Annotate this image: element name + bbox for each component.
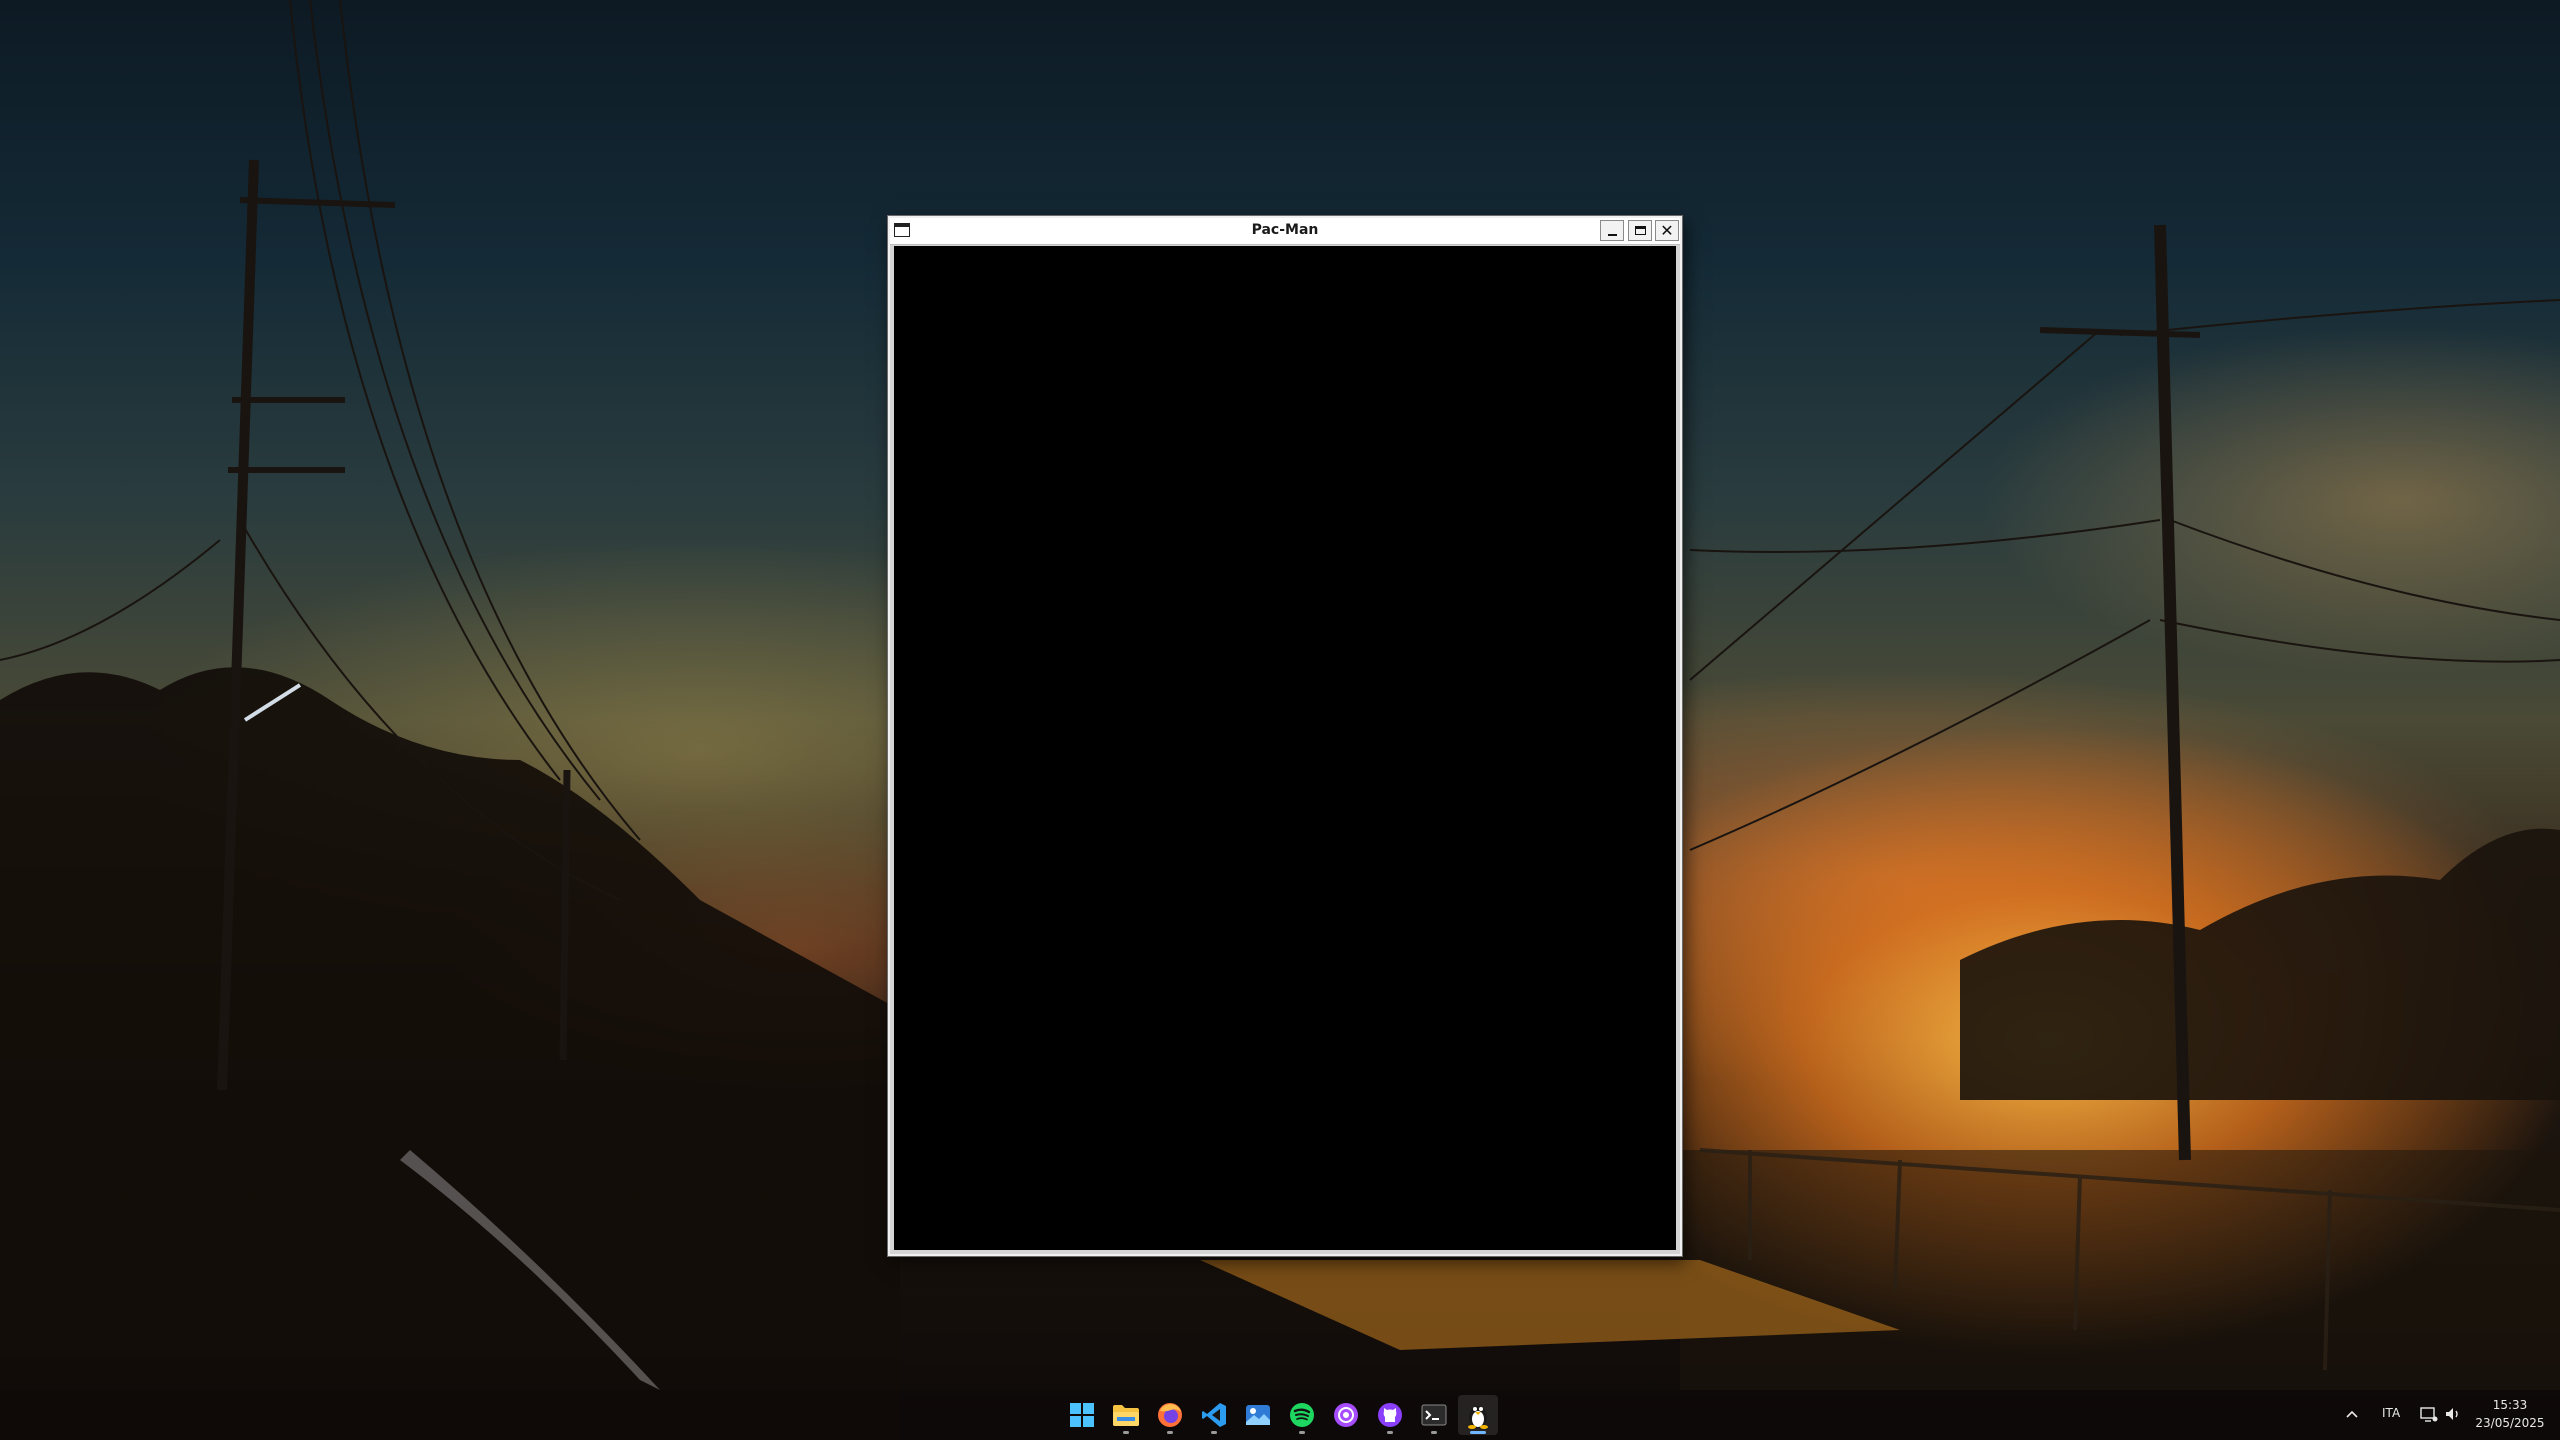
game-canvas[interactable] (894, 246, 1676, 1250)
running-indicator (1387, 1431, 1393, 1434)
terminal-icon (1421, 1404, 1447, 1426)
clock-date: 23/05/2025 (2475, 1416, 2545, 1430)
taskbar-podcast-app[interactable] (1326, 1395, 1366, 1435)
system-clock[interactable]: 15:33 23/05/2025 (2470, 1396, 2550, 1432)
pacman-window[interactable]: Pac-Man ✕ (888, 216, 1682, 1256)
window-title: Pac-Man (1251, 222, 1319, 238)
maximize-button[interactable] (1628, 220, 1652, 241)
podcast-icon (1334, 1403, 1358, 1427)
firefox-icon (1158, 1403, 1182, 1427)
taskbar-linux-app[interactable] (1458, 1395, 1498, 1435)
running-indicator (1431, 1431, 1437, 1434)
close-icon: ✕ (1660, 220, 1674, 240)
running-indicator (1123, 1431, 1129, 1434)
taskbar: ITA 15:33 23/05/2025 (0, 1390, 2560, 1440)
photos-icon (1246, 1405, 1270, 1425)
window-titlebar[interactable]: Pac-Man ✕ (890, 218, 1680, 245)
network-icon[interactable] (2419, 1404, 2439, 1424)
taskbar-terminal[interactable] (1414, 1395, 1454, 1435)
folder-icon (1113, 1405, 1139, 1426)
github-icon (1378, 1403, 1402, 1427)
running-indicator (1167, 1431, 1173, 1434)
spotify-icon (1290, 1403, 1314, 1427)
running-indicator (1211, 1431, 1217, 1434)
taskbar-photos[interactable] (1238, 1395, 1278, 1435)
running-indicator (1299, 1431, 1305, 1434)
taskbar-spotify[interactable] (1282, 1395, 1322, 1435)
language-indicator[interactable]: ITA (2382, 1406, 2400, 1420)
start-button[interactable] (1062, 1395, 1102, 1435)
desktop-wallpaper: Pac-Man ✕ ITA 15:33 23/05/2025 (0, 0, 2560, 1440)
active-indicator (1470, 1431, 1486, 1434)
taskbar-file-explorer[interactable] (1106, 1395, 1146, 1435)
tux-icon (1468, 1406, 1488, 1429)
minimize-button[interactable] (1600, 220, 1624, 241)
clock-time: 15:33 (2492, 1398, 2528, 1412)
taskbar-firefox[interactable] (1150, 1395, 1190, 1435)
vscode-icon (1202, 1403, 1226, 1427)
taskbar-vscode[interactable] (1194, 1395, 1234, 1435)
chevron-up-icon[interactable] (2342, 1404, 2362, 1424)
close-button[interactable]: ✕ (1655, 220, 1679, 241)
taskbar-github-desktop[interactable] (1370, 1395, 1410, 1435)
windows-logo-icon (1070, 1403, 1094, 1427)
volume-icon[interactable] (2443, 1404, 2463, 1424)
